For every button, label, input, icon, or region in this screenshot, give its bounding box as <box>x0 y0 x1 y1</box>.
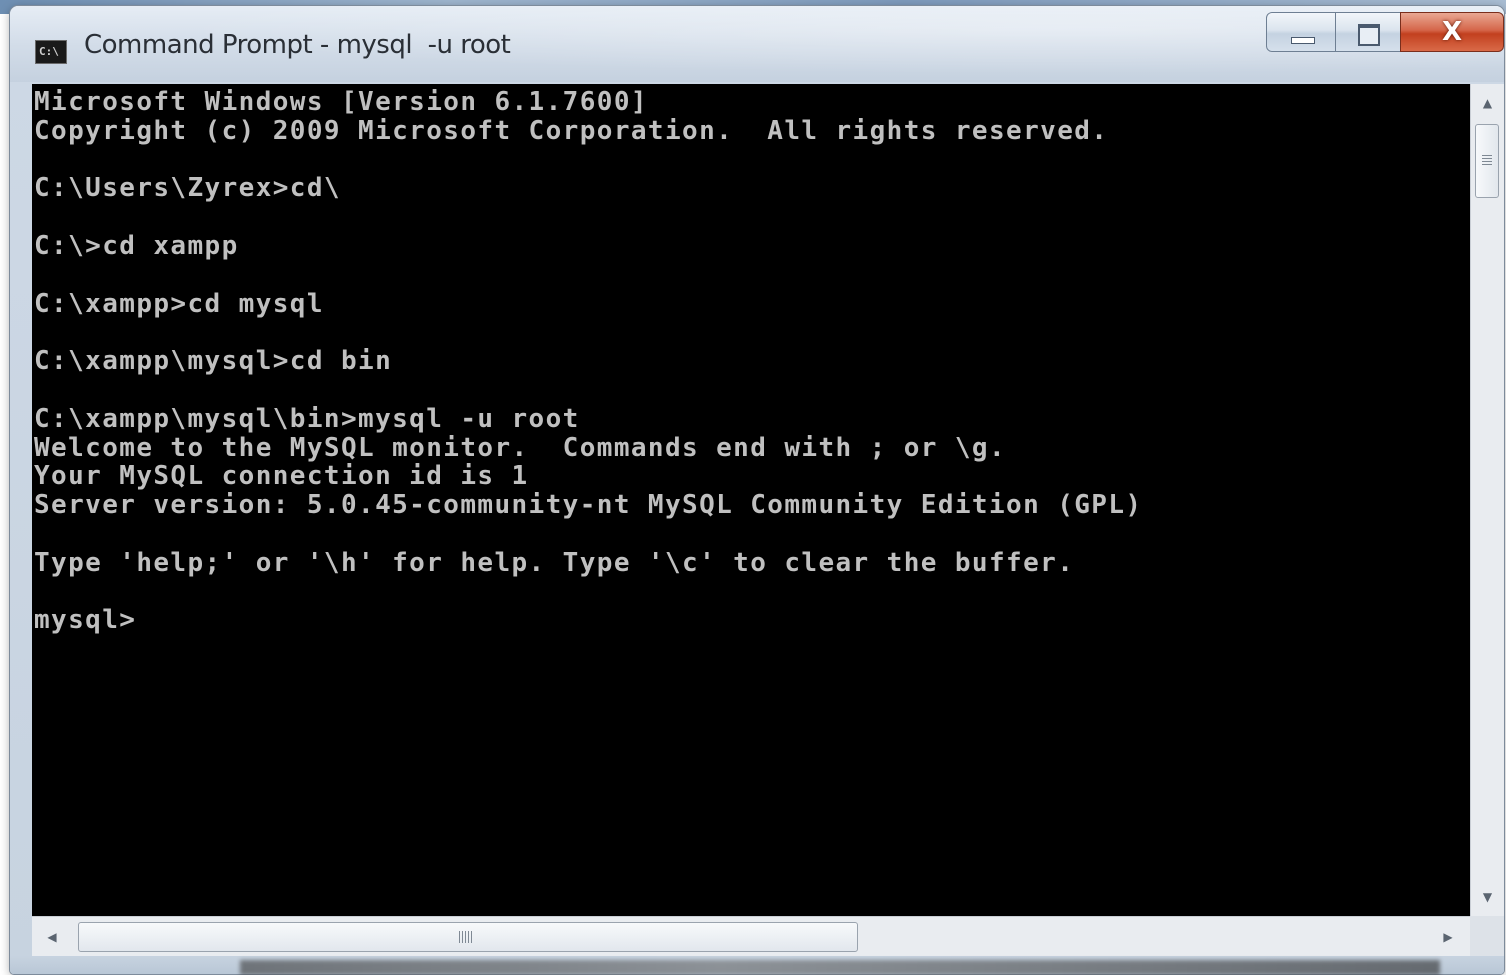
vertical-scrollbar[interactable]: ▲ ▼ <box>1470 84 1504 916</box>
console-line: C:\xampp\mysql\bin>mysql -u root <box>34 403 580 434</box>
console-line: C:\xampp\mysql>cd bin <box>34 346 393 377</box>
scroll-right-arrow-icon[interactable]: ▶ <box>1428 917 1468 957</box>
console-line: Your MySQL connection id is 1 <box>34 461 529 492</box>
console-line: mysql> <box>34 605 137 636</box>
console-line: C:\Users\Zyrex>cd\ <box>34 173 341 204</box>
console-line: C:\xampp>cd mysql <box>34 288 324 319</box>
maximize-button[interactable] <box>1335 12 1401 52</box>
close-button[interactable]: X <box>1400 12 1504 52</box>
close-icon: X <box>1441 17 1463 47</box>
console-line: Microsoft Windows [Version 6.1.7600] <box>34 87 648 117</box>
console-line: Welcome to the MySQL monitor. Commands e… <box>34 432 1007 463</box>
console-text: Microsoft Windows [Version 6.1.7600] Cop… <box>34 88 1142 635</box>
scroll-left-arrow-icon[interactable]: ◀ <box>32 917 72 957</box>
horizontal-scroll-thumb[interactable] <box>78 922 858 952</box>
scroll-up-arrow-icon[interactable]: ▲ <box>1471 86 1504 120</box>
console-line: Type 'help;' or '\h' for help. Type '\c'… <box>34 547 1075 578</box>
scroll-down-arrow-icon[interactable]: ▼ <box>1471 880 1504 914</box>
window-title: Command Prompt - mysql -u root <box>84 30 511 60</box>
desktop-taskbar-shadow <box>240 960 1440 975</box>
console-line: Copyright (c) 2009 Microsoft Corporation… <box>34 115 1109 146</box>
title-bar[interactable]: C:\ Command Prompt - mysql -u root X <box>10 6 1504 82</box>
minimize-button[interactable] <box>1266 12 1336 52</box>
console-output[interactable]: Microsoft Windows [Version 6.1.7600] Cop… <box>32 84 1470 916</box>
grip-icon <box>459 931 473 943</box>
minimize-icon <box>1291 37 1315 44</box>
resize-corner[interactable] <box>1470 916 1504 956</box>
horizontal-scrollbar[interactable]: ◀ ▶ <box>32 916 1470 956</box>
screen: C:\ Command Prompt - mysql -u root X Mic… <box>0 0 1506 975</box>
maximize-icon <box>1358 24 1380 46</box>
console-line: Server version: 5.0.45-community-nt MySQ… <box>34 490 1143 521</box>
cmd-icon[interactable]: C:\ <box>35 40 67 64</box>
console-line: C:\>cd xampp <box>34 230 239 261</box>
grip-icon <box>1482 155 1492 167</box>
vertical-scroll-thumb[interactable] <box>1475 124 1499 198</box>
window-controls: X <box>1266 12 1504 52</box>
command-prompt-window: C:\ Command Prompt - mysql -u root X Mic… <box>10 6 1504 974</box>
